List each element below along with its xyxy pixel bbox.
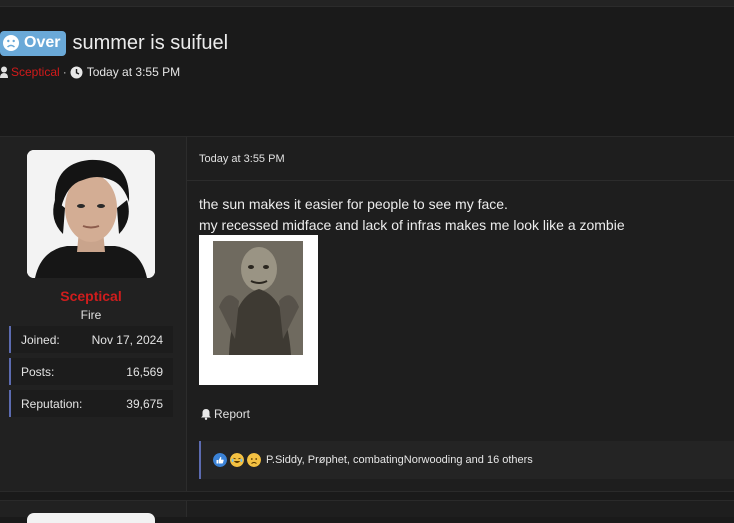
avatar[interactable] [27,150,155,278]
thread-title: summer is suifuel [72,31,229,54]
thread-meta: Sceptical · Today at 3:55 PM [0,64,180,80]
thread-prefix-label: Over [24,34,61,51]
bell-icon [201,409,211,420]
stat-value: Nov 17, 2024 [91,332,163,347]
thread-title-row: Over summer is suifuel [0,30,228,56]
clock-icon [70,66,83,78]
laugh-icon [230,453,244,467]
post-username[interactable]: Sceptical [0,288,182,304]
stat-label: Posts: [21,364,55,379]
report-label: Report [214,407,251,421]
post-date-link[interactable]: Today at 3:55 PM [199,153,285,165]
post-attached-image[interactable] [199,235,318,385]
stat-posts: Posts: 16,569 [9,358,173,385]
top-divider [0,0,734,7]
post-user-title: Fire [80,308,102,322]
stat-reputation: Reputation: 39,675 [9,390,173,417]
thread-prefix-badge[interactable]: Over [0,30,67,56]
sad-face-icon [3,35,19,51]
stat-label: Reputation: [21,396,83,411]
post: Sceptical Fire Joined: Nov 17, 2024 Post… [0,136,734,492]
reactions-bar[interactable]: P.Siddy, Prøphet, combatingNorwooding an… [199,441,734,479]
stat-value[interactable]: 16,569 [126,365,163,379]
avatar[interactable] [27,513,155,523]
stat-value: 39,675 [126,396,163,411]
meta-separator: · [62,65,67,79]
post-header: Today at 3:55 PM [187,137,734,181]
post-body-line: the sun makes it easier for people to se… [199,196,508,212]
stat-label: Joined: [21,332,60,347]
user-icon [0,66,8,78]
thread-date-link[interactable]: Today at 3:55 PM [87,65,180,79]
post-body-line: my recessed midface and lack of infras m… [199,217,625,233]
avatar-portrait-image [27,150,155,278]
zombie-image [199,235,318,385]
sad-icon [247,453,261,467]
report-button[interactable]: Report [200,407,250,421]
thread-author-link[interactable]: Sceptical [11,65,60,79]
next-post-user-column [0,501,187,523]
post-user-column: Sceptical Fire Joined: Nov 17, 2024 Post… [0,137,187,491]
stat-joined: Joined: Nov 17, 2024 [9,326,173,353]
reactions-users-link[interactable]: P.Siddy, Prøphet, combatingNorwooding an… [266,454,533,466]
like-icon [213,453,227,467]
next-post [0,500,734,523]
reaction-icons [213,453,261,467]
